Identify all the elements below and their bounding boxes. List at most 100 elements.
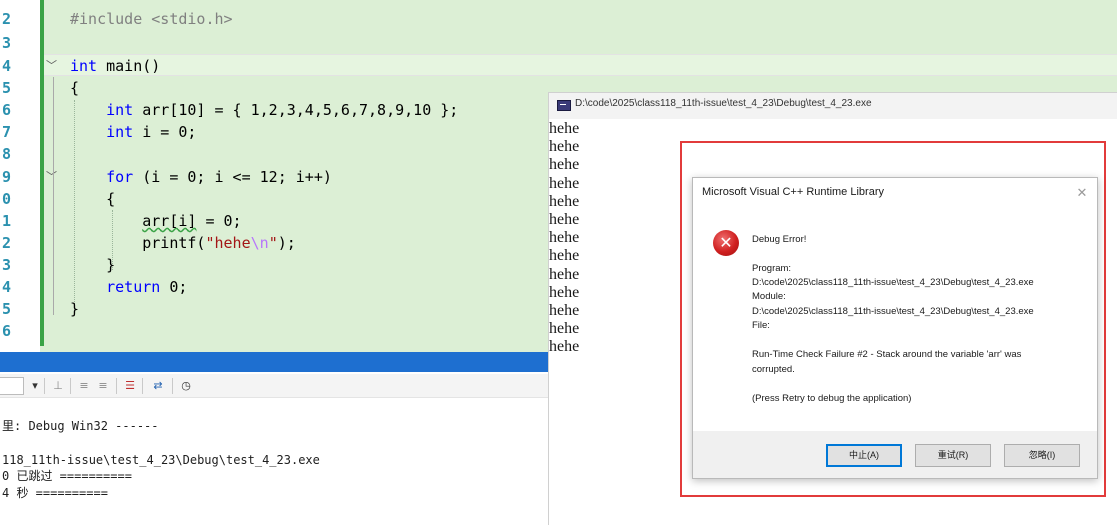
- code-token: {: [70, 190, 116, 208]
- code-token: {: [70, 79, 80, 97]
- abort-button[interactable]: 中止(A): [826, 444, 902, 467]
- dialog-button-bar: 中止(A) 重试(R) 忽略(I): [693, 431, 1097, 478]
- code-line[interactable]: {: [70, 188, 115, 210]
- code-token: "hehe: [205, 234, 251, 252]
- code-line[interactable]: int main(): [70, 55, 160, 77]
- toolbar-separator: [70, 378, 71, 394]
- line-number: 9: [2, 168, 12, 186]
- line-number: 4: [2, 57, 12, 75]
- console-output-line: hehe: [549, 338, 580, 356]
- console-output-line: hehe: [549, 301, 580, 319]
- output-line: 118_11th-issue\test_4_23\Debug\test_4_23…: [2, 453, 320, 467]
- code-line[interactable]: int arr[10] = { 1,2,3,4,5,6,7,8,9,10 };: [70, 99, 458, 121]
- output-line: 4 秒 ==========: [2, 486, 108, 500]
- next-message-icon[interactable]: ≡: [95, 378, 111, 394]
- line-number: 7: [2, 123, 12, 141]
- code-token: int: [70, 57, 98, 75]
- code-token: int: [106, 101, 134, 119]
- clear-all-icon[interactable]: ☰: [122, 378, 138, 394]
- console-title-bar[interactable]: D:\code\2025\class118_11th-issue\test_4_…: [549, 93, 1117, 119]
- runtime-error-dialog[interactable]: Microsoft Visual C++ Runtime Library ✕ ✕…: [692, 177, 1098, 479]
- line-number: 4: [2, 278, 12, 296]
- output-pane[interactable]: ▾ ⊥ ≡ ≡ ☰ ⇄ ◷ 里: Debug Win32 ------ 118_…: [0, 372, 548, 525]
- code-line[interactable]: int i = 0;: [70, 121, 196, 143]
- dialog-title-bar[interactable]: Microsoft Visual C++ Runtime Library ✕: [693, 178, 1097, 208]
- dropdown-arrow-icon[interactable]: ▾: [27, 378, 43, 394]
- dialog-title: Microsoft Visual C++ Runtime Library: [702, 186, 884, 198]
- error-icon: ✕: [713, 230, 739, 256]
- module-path: D:\code\2025\class118_11th-issue\test_4_…: [752, 306, 1034, 317]
- console-title: D:\code\2025\class118_11th-issue\test_4_…: [575, 98, 872, 109]
- clock-icon[interactable]: ◷: [178, 378, 194, 394]
- line-number: 3: [2, 34, 12, 52]
- code-token: return: [106, 278, 161, 296]
- line-number: 2: [2, 10, 12, 28]
- code-token: 0;: [160, 278, 188, 296]
- line-number: 2: [2, 234, 12, 252]
- error-message-line: corrupted.: [752, 364, 795, 375]
- previous-message-icon[interactable]: ≡: [76, 378, 92, 394]
- code-token: main(): [97, 57, 161, 75]
- toolbar-separator: [116, 378, 117, 394]
- console-output-line: hehe: [549, 229, 580, 247]
- console-output-line: hehe: [549, 192, 580, 210]
- console-output-line: hehe: [549, 138, 580, 156]
- code-line[interactable]: {: [70, 77, 79, 99]
- code-token: );: [277, 234, 296, 252]
- code-token: arr[i]: [142, 212, 197, 230]
- console-output-line: hehe: [549, 174, 580, 192]
- line-number: 3: [2, 256, 12, 274]
- line-number: 6: [2, 322, 12, 340]
- code-token: }: [70, 256, 116, 274]
- output-line: 里: Debug Win32 ------: [2, 419, 159, 433]
- console-output-line: hehe: [549, 265, 580, 283]
- module-label: Module:: [752, 291, 786, 302]
- line-number: 6: [2, 101, 12, 119]
- code-line[interactable]: printf("hehe\n");: [70, 232, 296, 254]
- code-line[interactable]: #include <stdio.h>: [70, 8, 233, 30]
- line-number: 5: [2, 79, 12, 97]
- ignore-button[interactable]: 忽略(I): [1004, 444, 1080, 467]
- code-line[interactable]: return 0;: [70, 276, 187, 298]
- output-toolbar: ▾ ⊥ ≡ ≡ ☰ ⇄ ◷: [0, 374, 548, 398]
- code-token: int: [106, 123, 134, 141]
- console-app-icon: [557, 100, 571, 111]
- program-path: D:\code\2025\class118_11th-issue\test_4_…: [752, 277, 1034, 288]
- code-token: = 0;: [196, 212, 242, 230]
- code-token: i = 0;: [133, 123, 197, 141]
- file-label: File:: [752, 320, 770, 331]
- line-number: 8: [2, 145, 12, 163]
- retry-button[interactable]: 重试(R): [915, 444, 991, 467]
- change-tracking-bar: [40, 0, 44, 346]
- retry-hint: (Press Retry to debug the application): [752, 393, 912, 404]
- find-message-icon[interactable]: ⊥: [50, 378, 66, 394]
- code-line[interactable]: }: [70, 254, 115, 276]
- console-output-line: hehe: [549, 120, 580, 137]
- line-number-gutter: 2 3 4 5 6 7 8 9 0 1 2 3 4 5 6: [0, 0, 40, 352]
- code-token: ": [268, 234, 278, 252]
- current-line-highlight: [44, 54, 1117, 76]
- line-number: 1: [2, 212, 12, 230]
- toolbar-separator: [142, 378, 143, 394]
- word-wrap-icon[interactable]: ⇄: [150, 378, 166, 394]
- console-output: hehe hehe hehe hehe hehe hehe hehe hehe hehe hehe…: [549, 120, 579, 356]
- console-output-line: hehe: [549, 210, 580, 228]
- fold-toggle-icon[interactable]: ﹀: [46, 55, 60, 77]
- toolbar-separator: [172, 378, 173, 394]
- program-label: Program:: [752, 263, 792, 274]
- code-line[interactable]: arr[i] = 0;: [70, 210, 242, 232]
- code-token: }: [70, 300, 80, 318]
- code-line[interactable]: for (i = 0; i <= 12; i++): [70, 166, 332, 188]
- code-token: arr[10] = { 1,2,3,4,5,6,7,8,9,10 };: [133, 101, 459, 119]
- line-number: 0: [2, 190, 12, 208]
- code-token: \n: [250, 234, 269, 252]
- code-line[interactable]: }: [70, 298, 79, 320]
- editor-status-bar: [0, 352, 548, 372]
- output-source-dropdown[interactable]: [0, 377, 24, 395]
- close-icon[interactable]: ✕: [1073, 184, 1091, 202]
- output-line: 0 已跳过 ==========: [2, 469, 132, 483]
